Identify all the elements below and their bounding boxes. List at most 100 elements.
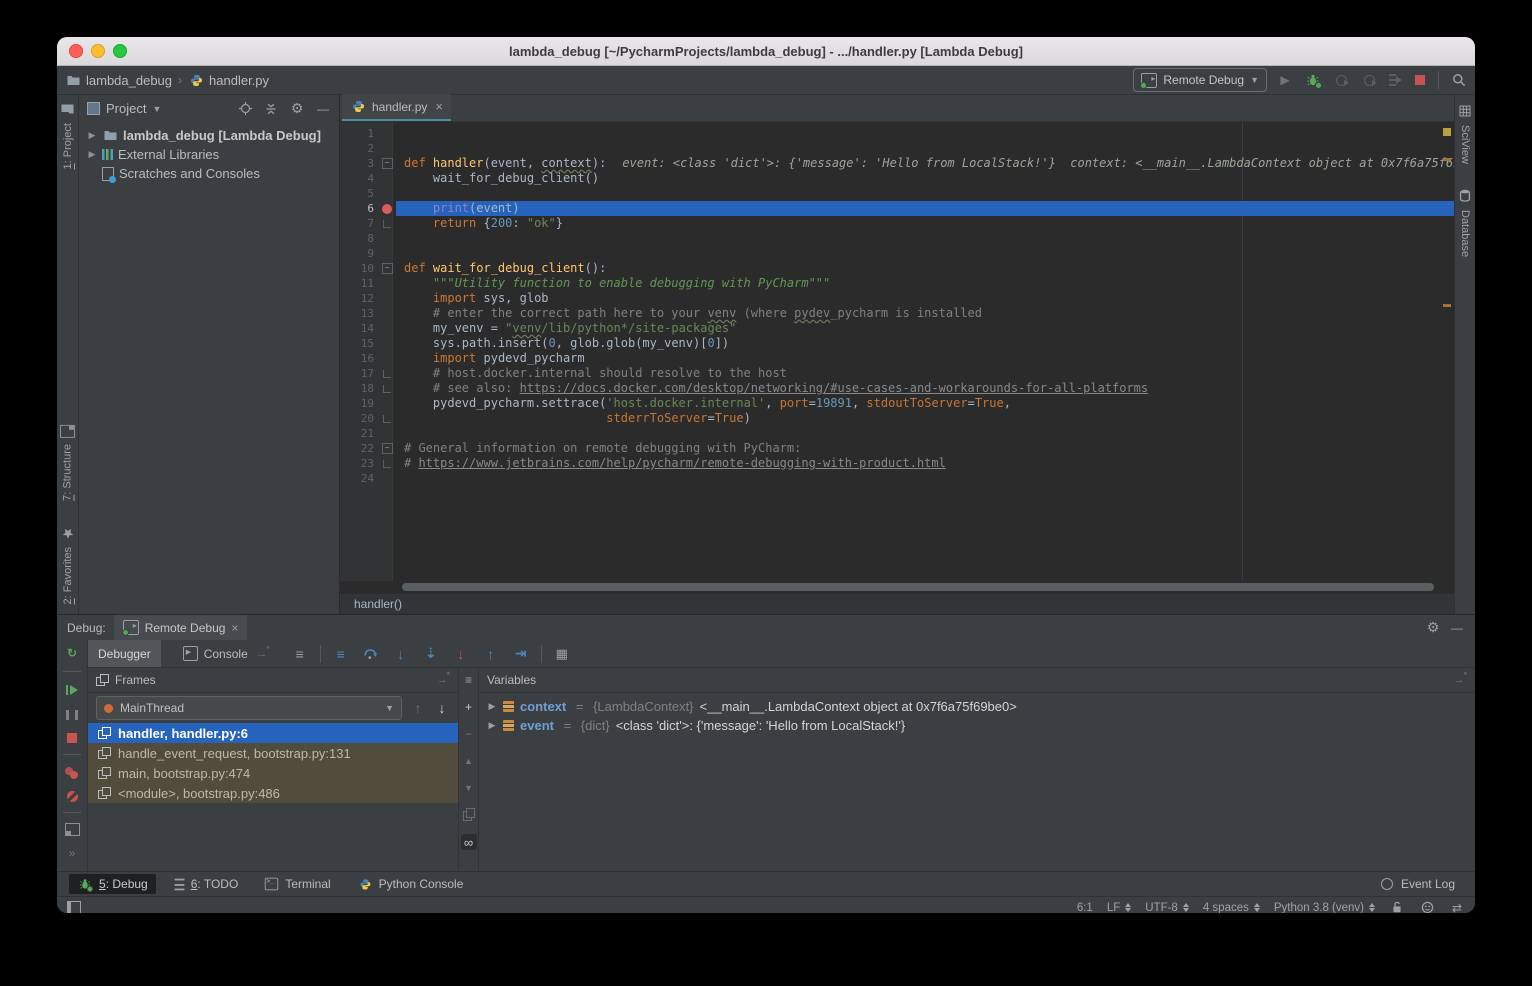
- code-text[interactable]: [396, 246, 1454, 261]
- code-text[interactable]: # enter the correct path here to your ve…: [396, 306, 1454, 321]
- code-text[interactable]: return {200: "ok"}: [396, 216, 1454, 231]
- gutter-fold[interactable]: [378, 366, 396, 381]
- tree-item-lambda_debug[interactable]: ▶lambda_debug [Lambda Debug]: [79, 126, 339, 145]
- toolwindow-tab----todo[interactable]: 6: TODO: [166, 874, 247, 894]
- gutter-fold[interactable]: [378, 336, 396, 351]
- line-number[interactable]: 7: [340, 216, 378, 231]
- code-text[interactable]: def wait_for_debug_client():: [396, 261, 1454, 276]
- sidebar-item-database[interactable]: Database: [1457, 188, 1473, 257]
- fold-marker-icon[interactable]: −: [382, 443, 393, 454]
- tab-handler-py[interactable]: handler.py ×: [342, 94, 451, 121]
- jump-to-source-icon[interactable]: →: [434, 672, 450, 688]
- code-text[interactable]: [396, 126, 1454, 141]
- typo-marker[interactable]: [1443, 158, 1451, 161]
- attach-to-process-button[interactable]: [1333, 72, 1349, 88]
- variable-row[interactable]: ▶event = {dict}<class 'dict'>: {'message…: [479, 716, 1475, 735]
- show-execution-point-button[interactable]: ≡: [333, 646, 349, 662]
- line-number[interactable]: 3: [340, 156, 378, 171]
- restore-layout-button[interactable]: [65, 823, 80, 836]
- line-number[interactable]: 17: [340, 366, 378, 381]
- status-utf-8[interactable]: UTF-8: [1145, 902, 1189, 914]
- code-text[interactable]: # General information on remote debuggin…: [396, 441, 1454, 456]
- code-text[interactable]: # see also: https://docs.docker.com/desk…: [396, 381, 1454, 396]
- code-text[interactable]: [396, 231, 1454, 246]
- status-python-3-8--venv-[interactable]: Python 3.8 (venv): [1274, 902, 1375, 914]
- hide-panel-icon[interactable]: —: [315, 101, 331, 117]
- fold-end-icon[interactable]: [383, 385, 391, 393]
- line-number[interactable]: 15: [340, 336, 378, 351]
- line-number[interactable]: 24: [340, 471, 378, 486]
- gutter-fold[interactable]: [378, 456, 396, 471]
- scrollbar-thumb[interactable]: [402, 583, 1434, 591]
- tab-debugger[interactable]: Debugger: [88, 640, 161, 667]
- line-number[interactable]: 16: [340, 351, 378, 366]
- step-into-my-code-button[interactable]: ↓: [453, 646, 469, 662]
- move-down-button[interactable]: ▼: [461, 780, 477, 796]
- gutter-fold[interactable]: [378, 246, 396, 261]
- line-number[interactable]: 4: [340, 171, 378, 186]
- editor-breadcrumb[interactable]: handler(): [340, 593, 1454, 614]
- gutter-fold[interactable]: [378, 186, 396, 201]
- step-into-button[interactable]: ↓: [393, 646, 409, 662]
- view-breakpoints-button[interactable]: [64, 765, 80, 781]
- expand-arrow-icon[interactable]: ▶: [487, 701, 497, 712]
- gutter-fold[interactable]: [378, 426, 396, 441]
- line-number[interactable]: 9: [340, 246, 378, 261]
- rerun-debug-button[interactable]: ↻: [64, 645, 80, 661]
- gutter-fold[interactable]: [378, 276, 396, 291]
- code-text[interactable]: wait_for_debug_client(): [396, 171, 1454, 186]
- profile-button[interactable]: [1361, 72, 1377, 88]
- status-6-1[interactable]: 6:1: [1077, 902, 1093, 914]
- line-number[interactable]: 22: [340, 441, 378, 456]
- tool-window-toggle-icon[interactable]: [67, 901, 81, 913]
- line-number[interactable]: 10: [340, 261, 378, 276]
- new-watch-button[interactable]: +: [461, 699, 477, 715]
- breakpoint-icon[interactable]: [382, 204, 392, 214]
- show-return-values-button[interactable]: ∞: [461, 834, 477, 850]
- fold-end-icon[interactable]: [383, 460, 391, 468]
- frame-row[interactable]: <module>, bootstrap.py:486: [88, 783, 458, 803]
- tree-item-scratches[interactable]: Scratches and Consoles: [79, 164, 339, 183]
- fold-end-icon[interactable]: [383, 415, 391, 423]
- run-to-cursor-button[interactable]: ⇥: [513, 646, 529, 662]
- debug-session-tab[interactable]: Remote Debug ×: [114, 615, 248, 640]
- line-number[interactable]: 12: [340, 291, 378, 306]
- status-lf[interactable]: LF: [1107, 902, 1131, 914]
- breadcrumb-item[interactable]: lambda_debug: [65, 72, 172, 88]
- force-step-into-button[interactable]: ⇣: [423, 646, 439, 662]
- project-panel-title[interactable]: Project: [106, 101, 146, 116]
- code-text[interactable]: stderrToServer=True): [396, 411, 1454, 426]
- run-button[interactable]: ▶: [1277, 72, 1293, 88]
- line-number[interactable]: 23: [340, 456, 378, 471]
- line-number[interactable]: 6: [340, 201, 378, 216]
- close-tab-icon[interactable]: ×: [435, 99, 443, 114]
- settings-icon[interactable]: ⚙: [289, 101, 305, 117]
- gutter-fold[interactable]: [378, 291, 396, 306]
- gutter-fold[interactable]: [378, 396, 396, 411]
- fold-marker-icon[interactable]: −: [382, 263, 393, 274]
- code-text[interactable]: def handler(event, context):event: <clas…: [396, 156, 1454, 171]
- gutter-fold[interactable]: −: [378, 441, 396, 456]
- line-number[interactable]: 20: [340, 411, 378, 426]
- fold-marker-icon[interactable]: −: [382, 158, 393, 169]
- stop-debug-button[interactable]: [66, 732, 78, 744]
- gutter-fold[interactable]: [378, 171, 396, 186]
- expand-arrow-icon[interactable]: ▶: [487, 720, 497, 731]
- close-session-icon[interactable]: ×: [231, 621, 238, 635]
- event-log-button[interactable]: Event Log: [1371, 874, 1463, 894]
- gutter-fold[interactable]: [378, 231, 396, 246]
- line-number[interactable]: 19: [340, 396, 378, 411]
- remove-watch-button[interactable]: −: [461, 726, 477, 742]
- thread-selector[interactable]: MainThread ▼: [96, 696, 402, 720]
- line-number[interactable]: 13: [340, 306, 378, 321]
- line-number[interactable]: 5: [340, 186, 378, 201]
- next-frame-icon[interactable]: ↓: [434, 700, 450, 716]
- step-out-button[interactable]: ↑: [483, 646, 499, 662]
- more-actions-button[interactable]: »: [64, 845, 80, 861]
- debug-button[interactable]: [1305, 72, 1321, 88]
- stop-button[interactable]: [1414, 74, 1426, 86]
- code-text[interactable]: # https://www.jetbrains.com/help/pycharm…: [396, 456, 1454, 471]
- code-text[interactable]: import pydevd_pycharm: [396, 351, 1454, 366]
- previous-frame-icon[interactable]: ↑: [410, 700, 426, 716]
- code-text[interactable]: pydevd_pycharm.settrace('host.docker.int…: [396, 396, 1454, 411]
